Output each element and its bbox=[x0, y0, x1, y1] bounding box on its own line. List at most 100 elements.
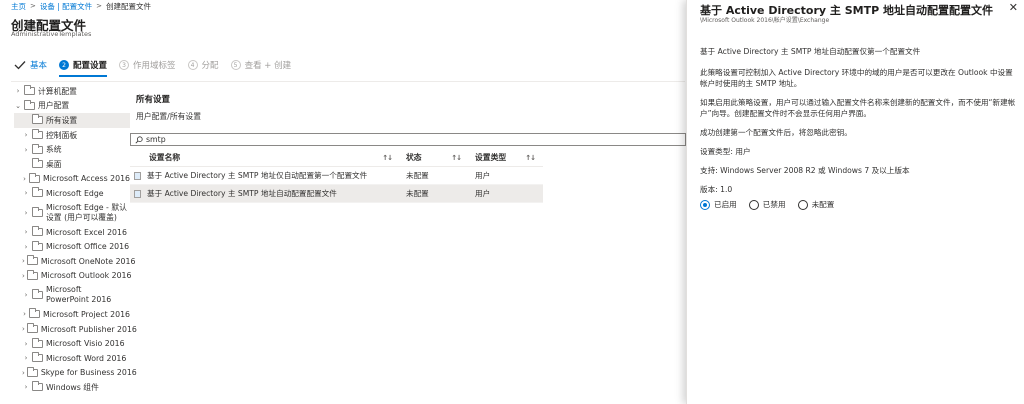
tree-item-label: Microsoft Visio 2016 bbox=[46, 339, 125, 349]
chevron-right-icon[interactable]: › bbox=[22, 369, 25, 377]
search-input[interactable]: smtp bbox=[130, 133, 686, 146]
tree-item-desktop[interactable]: 桌面 bbox=[14, 157, 130, 172]
step-label: 分配 bbox=[201, 61, 219, 71]
tree-item-edge[interactable]: › Microsoft Edge bbox=[14, 186, 130, 201]
tree-item-access[interactable]: › Microsoft Access 2016 bbox=[14, 172, 130, 187]
chevron-right-icon[interactable]: › bbox=[14, 87, 22, 95]
chevron-right-icon[interactable]: › bbox=[22, 325, 25, 333]
column-label: 状态 bbox=[406, 153, 422, 162]
step-scope-tags[interactable]: 3 作用域标签 bbox=[119, 58, 176, 72]
step-number: 2 bbox=[59, 60, 70, 70]
breadcrumb-home-link[interactable]: 主页 bbox=[11, 1, 26, 12]
step-label: 作用域标签 bbox=[133, 61, 176, 71]
setting-type: 用户 bbox=[475, 189, 491, 198]
tree-item-label: Windows 组件 bbox=[46, 382, 99, 392]
chevron-right-icon[interactable]: › bbox=[22, 340, 30, 348]
step-basics[interactable]: 基本 bbox=[14, 58, 47, 72]
tree-item-outlook[interactable]: › Microsoft Outlook 2016 bbox=[14, 269, 131, 284]
chevron-right-icon[interactable]: › bbox=[22, 243, 30, 251]
radio-label: 已启用 bbox=[714, 200, 737, 209]
tree-item-system[interactable]: › 系统 bbox=[14, 142, 130, 157]
sort-icon[interactable]: ↑↓ bbox=[382, 154, 393, 162]
sort-icon[interactable]: ↑↓ bbox=[525, 154, 536, 162]
chevron-right-icon: > bbox=[96, 2, 103, 10]
column-header-type[interactable]: 设置类型 ↑↓ bbox=[469, 152, 543, 163]
chevron-right-icon[interactable]: › bbox=[22, 272, 25, 280]
chevron-right-icon[interactable]: › bbox=[22, 310, 27, 318]
tree-item-label: Microsoft OneNote 2016 bbox=[40, 256, 136, 266]
setting-type-info: 设置类型: 用户 bbox=[700, 147, 751, 156]
radio-enabled[interactable]: 已启用 bbox=[700, 199, 737, 210]
tree-item-windows-components[interactable]: › Windows 组件 bbox=[14, 380, 130, 395]
folder-icon bbox=[26, 269, 38, 280]
chevron-right-icon[interactable]: › bbox=[22, 189, 30, 197]
folder-icon bbox=[32, 187, 43, 198]
chevron-right-icon[interactable]: › bbox=[22, 257, 25, 265]
tree-item-label: 桌面 bbox=[46, 159, 62, 169]
setting-state: 未配置 bbox=[406, 189, 429, 198]
column-header-name[interactable]: 设置名称 ↑↓ bbox=[130, 152, 400, 163]
step-number: 4 bbox=[187, 60, 198, 70]
folder-icon bbox=[32, 352, 43, 363]
panel-path: \Microsoft Outlook 2016\帐户设置\Exchange bbox=[700, 17, 830, 24]
settings-table: 设置名称 ↑↓ 状态 ↑↓ 设置类型 ↑↓ 基于 Active Director… bbox=[130, 149, 543, 203]
breadcrumb-devices-link[interactable]: 设备 | 配置文件 bbox=[40, 1, 92, 12]
tree-item-control-panel[interactable]: › 控制面板 bbox=[14, 128, 130, 143]
chevron-right-icon[interactable]: › bbox=[22, 383, 30, 391]
folder-icon bbox=[32, 240, 43, 251]
radio-not-configured[interactable]: 未配置 bbox=[797, 199, 834, 210]
column-header-state[interactable]: 状态 ↑↓ bbox=[400, 152, 469, 163]
step-review-create[interactable]: 5 查看 + 创建 bbox=[230, 58, 291, 72]
tree-item-all-settings[interactable]: 所有设置 bbox=[14, 113, 130, 128]
chevron-down-icon[interactable]: ⌄ bbox=[14, 102, 22, 110]
chevron-right-icon[interactable]: › bbox=[22, 228, 30, 236]
state-radio-group: 已启用 已禁用 未配置 bbox=[700, 199, 1018, 210]
tree-item-user-config[interactable]: ⌄ 用户配置 bbox=[14, 99, 130, 114]
tree-item-edge-defaults[interactable]: › Microsoft Edge - 默认设置 (用户可以覆盖) bbox=[14, 201, 130, 225]
tree-item-label: Microsoft Edge bbox=[46, 188, 104, 198]
folder-icon bbox=[24, 85, 35, 96]
folder-icon bbox=[29, 308, 41, 319]
tree-item-onenote[interactable]: › Microsoft OneNote 2016 bbox=[14, 254, 135, 269]
tree-item-label: 系统 bbox=[46, 145, 62, 155]
chevron-right-icon[interactable]: › bbox=[22, 131, 30, 139]
sort-icon[interactable]: ↑↓ bbox=[451, 154, 462, 162]
tree-item-powerpoint[interactable]: › Microsoft PowerPoint 2016 bbox=[14, 283, 130, 307]
panel-body: 基于 Active Directory 主 SMTP 地址自动配置仅第一个配置文… bbox=[700, 46, 1018, 210]
table-row[interactable]: 基于 Active Directory 主 SMTP 地址仅自动配置第一个配置文… bbox=[130, 167, 543, 185]
folder-icon bbox=[26, 323, 38, 334]
tree-item-excel[interactable]: › Microsoft Excel 2016 bbox=[14, 225, 130, 240]
tree-item-project[interactable]: › Microsoft Project 2016 bbox=[14, 307, 130, 322]
step-label: 基本 bbox=[30, 61, 48, 71]
tree-item-label: 控制面板 bbox=[46, 130, 78, 140]
setting-name: 基于 Active Directory 主 SMTP 地址仅自动配置第一个配置文… bbox=[147, 171, 368, 180]
tree-item-office[interactable]: › Microsoft Office 2016 bbox=[14, 239, 130, 254]
close-icon[interactable]: ✕ bbox=[1009, 1, 1018, 14]
step-configuration-settings[interactable]: 2 配置设置 bbox=[59, 58, 108, 77]
chevron-right-icon[interactable]: › bbox=[22, 209, 30, 217]
tree-item-label: Microsoft Office 2016 bbox=[46, 242, 130, 252]
tree-item-label: Microsoft Excel 2016 bbox=[46, 227, 127, 237]
tree-item-label: Skype for Business 2016 bbox=[40, 368, 137, 378]
tree-item-publisher[interactable]: › Microsoft Publisher 2016 bbox=[14, 322, 137, 337]
radio-selected-icon bbox=[700, 199, 710, 210]
folder-icon bbox=[26, 366, 38, 377]
chevron-right-icon[interactable]: › bbox=[22, 146, 30, 154]
table-row[interactable]: 基于 Active Directory 主 SMTP 地址自动配置配置文件 未配… bbox=[130, 185, 543, 203]
tree-item-computer-config[interactable]: › 计算机配置 bbox=[14, 84, 130, 99]
folder-icon bbox=[32, 289, 43, 300]
search-value: smtp bbox=[146, 135, 166, 144]
description-paragraph: 成功创建第一个配置文件后，将忽略此密钥。 bbox=[700, 128, 852, 137]
step-number: 3 bbox=[119, 60, 130, 70]
tree-item-word[interactable]: › Microsoft Word 2016 bbox=[14, 351, 130, 366]
folder-icon bbox=[32, 337, 43, 348]
tree-item-skype[interactable]: › Skype for Business 2016 bbox=[14, 366, 137, 381]
chevron-right-icon[interactable]: › bbox=[22, 175, 27, 183]
radio-disabled[interactable]: 已禁用 bbox=[748, 199, 786, 210]
description-paragraph: 如果启用此策略设置，用户可以通过输入配置文件名称来创建新的配置文件，而不使用“新… bbox=[700, 98, 1016, 118]
description-paragraph: 此策略设置可控制加入 Active Directory 环境中的域的用户是否可以… bbox=[700, 68, 1013, 88]
step-assignments[interactable]: 4 分配 bbox=[187, 58, 219, 72]
chevron-right-icon[interactable]: › bbox=[22, 354, 30, 362]
tree-item-visio[interactable]: › Microsoft Visio 2016 bbox=[14, 336, 130, 351]
chevron-right-icon[interactable]: › bbox=[22, 291, 30, 299]
